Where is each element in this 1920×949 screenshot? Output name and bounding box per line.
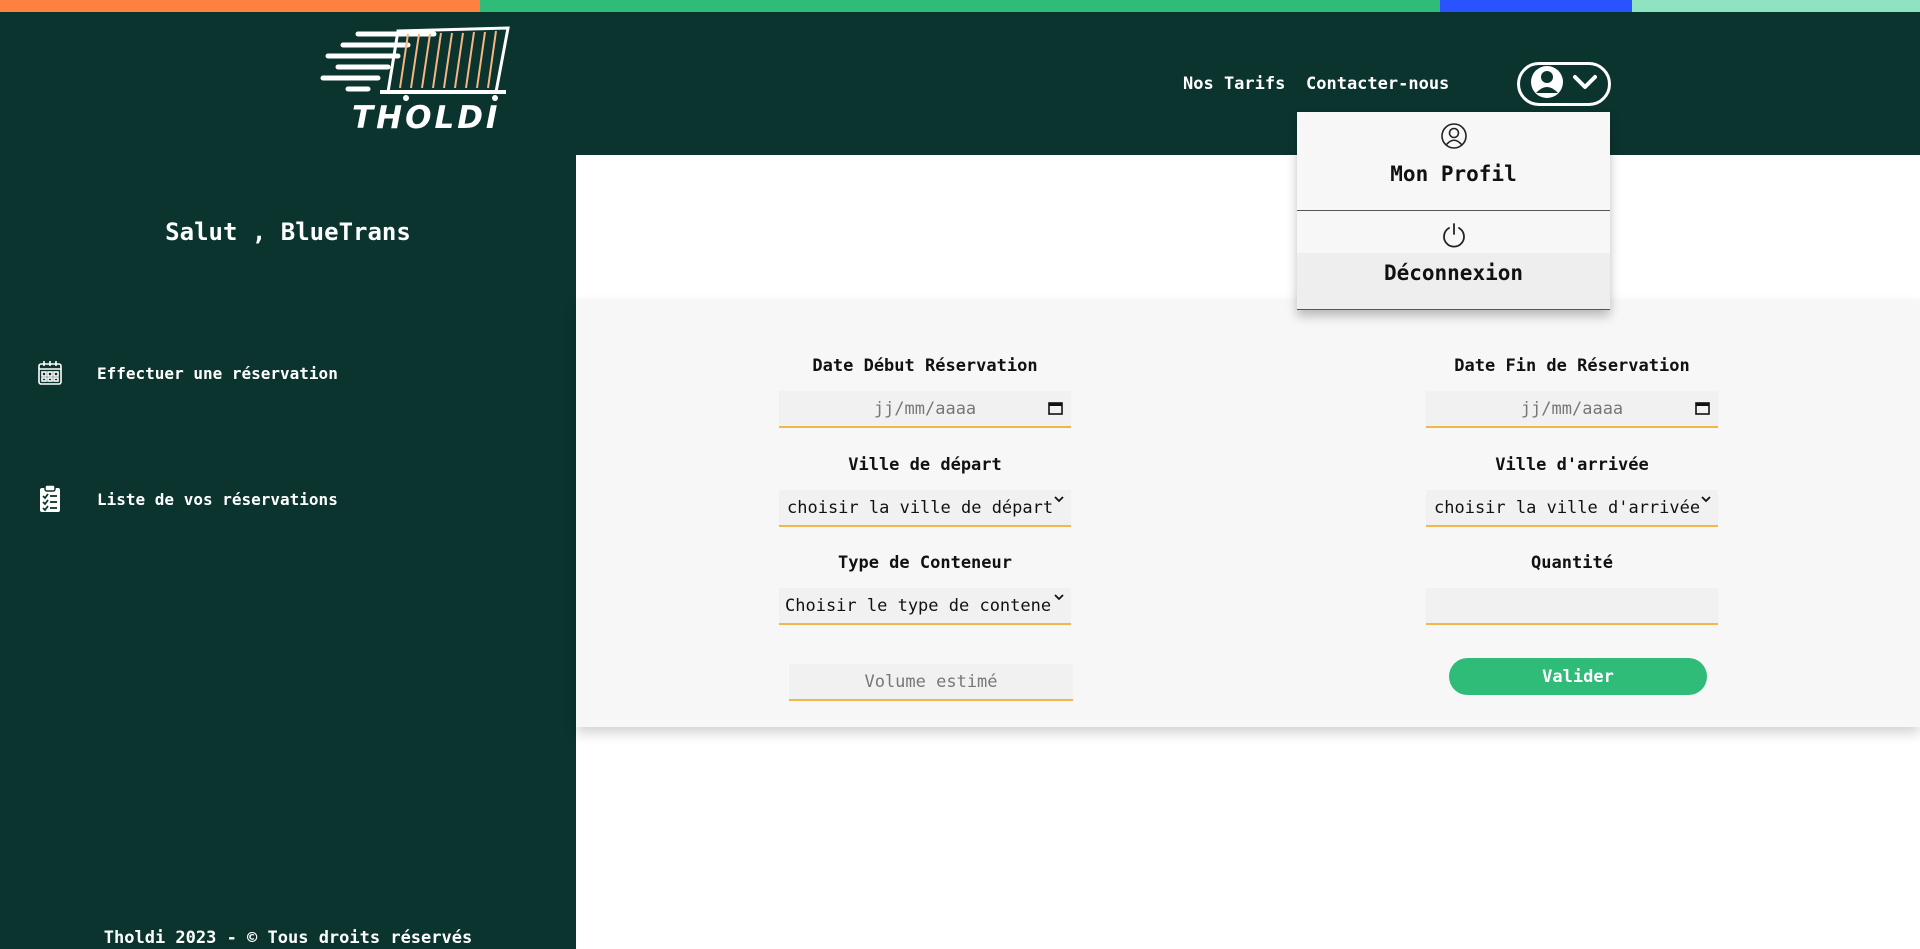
strip-segment-orange — [0, 0, 480, 12]
user-circle-icon — [1530, 65, 1564, 103]
departure-city-value: choisir la ville de départ — [787, 497, 1053, 518]
menu-item-logout[interactable]: Déconnexion — [1297, 211, 1610, 310]
arrival-city-select[interactable]: choisir la ville d'arrivée — [1426, 490, 1718, 527]
reservation-form-panel: Date Début Réservation jj/mm/aaaa Date F… — [576, 300, 1920, 727]
menu-item-label: Déconnexion — [1383, 261, 1524, 285]
arrival-city-value: choisir la ville d'arrivée — [1434, 497, 1700, 518]
strip-segment-blue — [1440, 0, 1632, 12]
container-type-value: Choisir le type de conteneur — [785, 595, 1051, 616]
quantity-label: Quantité — [1531, 553, 1613, 573]
sidebar-item-new-reservation[interactable]: Effectuer une réservation — [36, 358, 338, 388]
chevron-down-icon — [1572, 73, 1598, 95]
chevron-down-icon — [1054, 594, 1064, 601]
sidebar — [0, 12, 576, 949]
container-type-select[interactable]: Choisir le type de conteneur — [779, 588, 1071, 625]
calendar-icon — [36, 358, 64, 388]
calendar-picker-icon[interactable] — [1695, 401, 1710, 415]
top-color-strip — [0, 0, 1920, 12]
departure-city-label: Ville de départ — [848, 455, 1002, 475]
strip-segment-green — [480, 0, 1440, 12]
start-date-placeholder: jj/mm/aaaa — [873, 398, 977, 419]
footer-copyright: Tholdi 2023 - © Tous droits réservés — [103, 928, 473, 948]
greeting: Salut , BlueTrans — [165, 218, 411, 246]
container-type-label: Type de Conteneur — [838, 553, 1012, 573]
chevron-down-icon — [1701, 496, 1711, 503]
sidebar-item-label: Liste de vos réservations — [97, 489, 338, 509]
brand-name: THOLDI — [352, 100, 501, 136]
nav-link-contact[interactable]: Contacter-nous — [1306, 74, 1449, 94]
end-date-placeholder: jj/mm/aaaa — [1520, 398, 1624, 419]
user-dropdown-menu: Mon Profil Déconnexion — [1297, 112, 1610, 310]
end-date-input[interactable]: jj/mm/aaaa — [1426, 391, 1718, 428]
start-date-label: Date Début Réservation — [812, 356, 1038, 376]
chevron-down-icon — [1054, 496, 1064, 503]
estimated-volume-placeholder: Volume estimé — [864, 671, 998, 692]
menu-item-label: Mon Profil — [1390, 162, 1517, 186]
submit-button[interactable]: Valider — [1449, 658, 1707, 695]
arrival-city-label: Ville d'arrivée — [1495, 455, 1649, 475]
sidebar-item-reservation-list[interactable]: Liste de vos réservations — [36, 484, 338, 514]
strip-segment-mint — [1632, 0, 1920, 12]
departure-city-select[interactable]: choisir la ville de départ — [779, 490, 1071, 527]
menu-item-profile[interactable]: Mon Profil — [1297, 112, 1610, 211]
calendar-picker-icon[interactable] — [1048, 401, 1063, 415]
user-menu-button[interactable] — [1517, 62, 1611, 106]
power-icon — [1440, 221, 1468, 249]
end-date-label: Date Fin de Réservation — [1454, 356, 1690, 376]
user-icon — [1440, 122, 1468, 150]
start-date-input[interactable]: jj/mm/aaaa — [779, 391, 1071, 428]
clipboard-list-icon — [36, 484, 64, 514]
estimated-volume-input[interactable]: Volume estimé — [789, 664, 1073, 701]
sidebar-item-label: Effectuer une réservation — [97, 363, 338, 383]
quantity-input[interactable] — [1426, 588, 1718, 625]
nav-link-pricing[interactable]: Nos Tarifs — [1183, 74, 1285, 94]
